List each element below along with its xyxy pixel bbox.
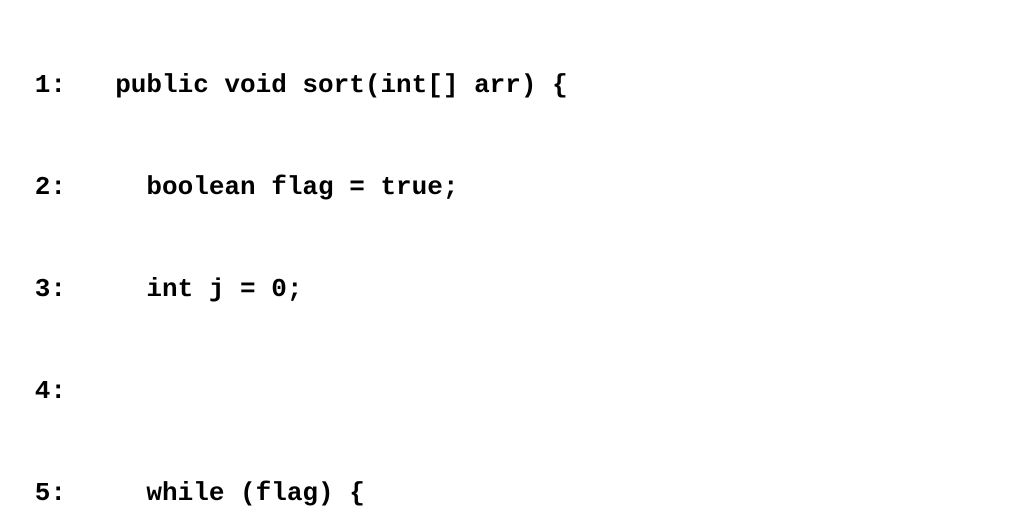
line-number: 4: xyxy=(8,374,84,408)
line-number: 5: xyxy=(8,476,84,510)
line-content: while (flag) { xyxy=(84,476,365,510)
line-content: public void sort(int[] arr) { xyxy=(84,68,568,102)
code-line: 4: xyxy=(8,374,1016,408)
code-line: 5: while (flag) { xyxy=(8,476,1016,510)
code-line: 2: boolean flag = true; xyxy=(8,170,1016,204)
line-number: 3: xyxy=(8,272,84,306)
code-listing: 1: public void sort(int[] arr) { 2: bool… xyxy=(0,0,1024,513)
line-number: 2: xyxy=(8,170,84,204)
code-line: 1: public void sort(int[] arr) { xyxy=(8,68,1016,102)
code-line: 3: int j = 0; xyxy=(8,272,1016,306)
line-content: boolean flag = true; xyxy=(84,170,458,204)
line-number: 1: xyxy=(8,68,84,102)
line-content: int j = 0; xyxy=(84,272,302,306)
